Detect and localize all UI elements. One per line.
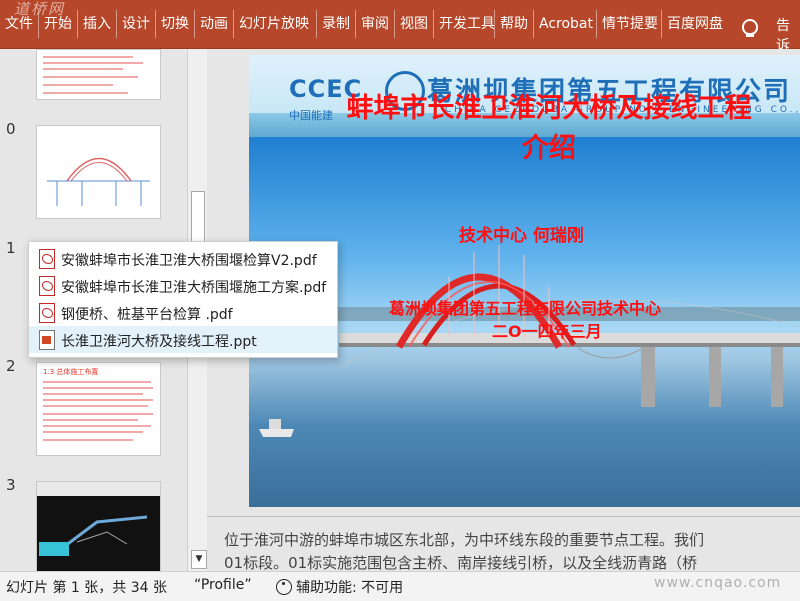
presenter-line[interactable]: 技术中心 何瑞刚 [459,221,584,246]
recent-file-item-selected[interactable]: 长淮卫淮河大桥及接线工程.ppt [29,326,337,353]
slide-thumbnail-layout[interactable]: 1.3 总体施工布置 [36,362,161,456]
slide-thumbnail-prev[interactable] [36,49,161,100]
recent-files-popup: 安徽蚌埠市长淮卫淮大桥围堰检算V2.pdf 安徽蚌埠市长淮卫淮大桥围堰施工方案.… [28,241,338,358]
tab-developer[interactable]: 开发工具 [434,10,495,38]
slide-number: 3 [6,476,16,494]
recent-file-label: 长淮卫淮河大桥及接线工程.ppt [61,334,257,350]
tab-transitions[interactable]: 切换 [156,10,195,38]
slide-count: 幻灯片 第 1 张，共 34 张 [6,580,167,596]
lightbulb-icon[interactable] [742,19,758,37]
tab-help[interactable]: 帮助 [495,10,534,38]
accessibility-status[interactable]: 辅助功能: 不可用 [296,577,403,597]
slide-number: 1 [6,239,16,257]
tab-view[interactable]: 视图 [395,10,434,38]
status-bar: 幻灯片 第 1 张，共 34 张 “Profile” 辅助功能: 不可用 www… [0,571,800,601]
slide-title-line2: 介绍 [522,133,576,164]
slide-thumbnail-site-photo[interactable] [36,481,161,571]
slide-number: 0 [6,120,16,138]
pdf-file-icon [39,303,55,323]
pdf-file-icon [39,249,55,269]
tab-file[interactable]: 文件 [0,10,39,38]
recent-file-item[interactable]: 安徽蚌埠市长淮卫淮大桥围堰检算V2.pdf [29,245,337,272]
tab-design[interactable]: 设计 [117,10,156,38]
recent-file-item[interactable]: 安徽蚌埠市长淮卫淮大桥围堰施工方案.pdf [29,272,337,299]
thumbnail-title: 1.3 总体施工布置 [43,368,99,376]
theme-name: “Profile” [194,577,252,593]
tab-review[interactable]: 审阅 [356,10,395,38]
recent-file-item[interactable]: 钢便桥、桩基平台检算 .pdf [29,299,337,326]
tab-acrobat[interactable]: Acrobat [534,10,597,38]
department-line[interactable]: 葛洲坝集团第五工程有限公司技术中心 [389,295,661,319]
recent-file-label: 钢便桥、桩基平台检算 .pdf [61,307,233,323]
watermark-url: www.cnqao.com [654,575,782,591]
recent-file-label: 安徽蚌埠市长淮卫淮大桥围堰施工方案.pdf [61,280,327,296]
slide-thumbnail-bridge-elevation[interactable] [36,125,161,219]
tab-home[interactable]: 开始 [39,10,78,38]
tab-slideshow[interactable]: 幻灯片放映 [234,10,317,38]
recent-file-label: 安徽蚌埠市长淮卫淮大桥围堰检算V2.pdf [61,253,317,269]
slide-number: 2 [6,357,16,375]
ribbon-tabs: 文件 开始 插入 设计 切换 动画 幻灯片放映 录制 审阅 视图 开发工具 帮助… [0,10,728,38]
ribbon: 道桥网 文件 开始 插入 设计 切换 动画 幻灯片放映 录制 审阅 视图 开发工… [0,0,800,54]
ppt-file-icon [39,330,55,350]
accessibility-icon[interactable] [276,579,292,595]
date-line[interactable]: 二O一四年三月 [492,318,602,342]
slide-title[interactable]: 蚌埠市长淮卫淮河大桥及接线工程 介绍 [269,89,800,169]
tab-record[interactable]: 录制 [317,10,356,38]
tab-storyboard[interactable]: 情节提要 [597,10,662,38]
tab-baidu-netdisk[interactable]: 百度网盘 [662,10,728,38]
slide-title-line1: 蚌埠市长淮卫淮河大桥及接线工程 [346,93,752,124]
notes-line-2: 01标段。01标实施范围包含主桥、南岸接线引桥，以及全线沥青路（桥 [224,554,698,572]
pdf-file-icon [39,276,55,296]
scroll-down-icon[interactable]: ▼ [191,550,207,569]
notes-line-1: 位于淮河中游的蚌埠市城区东北部，为中环线东段的重要节点工程。我们 [224,531,705,549]
tab-animations[interactable]: 动画 [195,10,234,38]
bridge-elevation-drawing [47,157,150,206]
speaker-notes[interactable]: 位于淮河中游的蚌埠市城区东北部，为中环线东段的重要节点工程。我们 01标段。01… [207,516,800,572]
tab-insert[interactable]: 插入 [78,10,117,38]
